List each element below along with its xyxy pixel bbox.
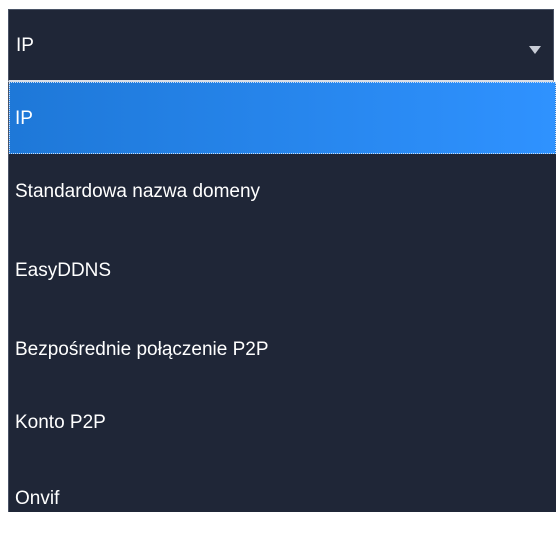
option-p2p-account[interactable]: Konto P2P [9, 386, 556, 462]
protocol-select[interactable]: IP [8, 9, 554, 82]
option-label: Konto P2P [15, 412, 106, 433]
select-value: IP [16, 35, 34, 56]
dropdown-options-list: IP Standardowa nazwa domeny EasyDDNS Bez… [8, 82, 556, 512]
protocol-dropdown: IP IP Standardowa nazwa domeny EasyDDNS … [0, 0, 556, 512]
option-ip[interactable]: IP [9, 82, 556, 154]
option-onvif[interactable]: Onvif [9, 462, 556, 535]
option-label: Standardowa nazwa domeny [15, 181, 261, 202]
caret-down-icon[interactable] [529, 46, 541, 54]
option-label: Bezpośrednie połączenie P2P [15, 339, 269, 360]
option-standard-domain-name[interactable]: Standardowa nazwa domeny [9, 154, 556, 232]
option-easyddns[interactable]: EasyDDNS [9, 232, 556, 310]
option-label: EasyDDNS [15, 260, 112, 281]
option-label: Onvif [15, 488, 60, 509]
option-direct-p2p[interactable]: Bezpośrednie połączenie P2P [9, 310, 556, 386]
option-label: IP [15, 108, 33, 129]
